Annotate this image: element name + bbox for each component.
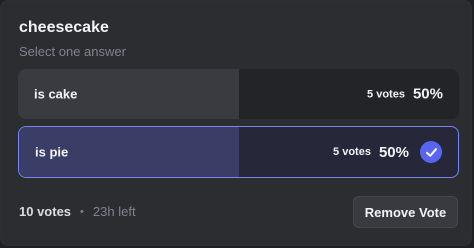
poll-card: cheesecake Select one answer is cake 5 v…	[0, 0, 472, 246]
answer-stats: 5 votes 50%	[367, 86, 443, 103]
poll-answer-is-cake[interactable]: is cake 5 votes 50%	[18, 69, 459, 119]
answer-label: is pie	[35, 144, 69, 160]
remove-vote-button[interactable]: Remove Vote	[353, 196, 458, 228]
answer-vote-count: 5 votes	[333, 146, 371, 158]
answer-percent: 50%	[378, 143, 409, 161]
total-votes: 10 votes	[19, 204, 72, 219]
poll-question: cheesecake	[19, 19, 109, 36]
answer-vote-count: 5 votes	[367, 88, 405, 100]
checkmark-icon	[420, 141, 442, 163]
separator-dot: •	[80, 205, 84, 218]
poll-footer: 10 votes • 23h left	[19, 204, 136, 219]
time-left: 23h left	[92, 204, 136, 219]
answer-percent: 50%	[412, 85, 443, 103]
answer-label: is cake	[34, 86, 78, 102]
poll-answer-is-pie[interactable]: is pie 5 votes 50%	[18, 126, 459, 178]
answer-stats: 5 votes 50%	[333, 141, 442, 163]
poll-hint: Select one answer	[19, 44, 126, 59]
